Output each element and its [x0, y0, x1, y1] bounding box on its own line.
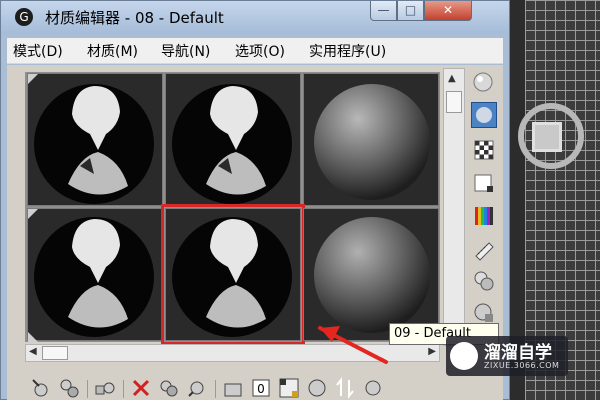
watermark-logo-icon — [450, 342, 478, 370]
get-material-button[interactable] — [29, 376, 53, 400]
menu-material[interactable]: 材质(M) — [87, 41, 138, 61]
app-icon[interactable]: G — [15, 8, 33, 26]
minimize-button[interactable]: — — [370, 1, 397, 21]
reset-map-button[interactable] — [129, 376, 153, 400]
reset-map-icon — [132, 379, 150, 397]
menu-options[interactable]: 选项(O) — [235, 41, 285, 61]
sample-uv-tiling-button[interactable] — [471, 170, 497, 196]
watermark-url: ZIXUE.3066.COM — [484, 361, 560, 370]
sample-slot-1[interactable] — [27, 73, 163, 206]
scroll-thumb[interactable] — [446, 91, 462, 113]
annotation-arrow-icon — [318, 326, 388, 364]
material-id-channel-icon: 0 — [252, 379, 270, 397]
put-to-scene-button[interactable] — [57, 376, 81, 400]
make-preview-button[interactable] — [471, 238, 497, 264]
sample-type-button[interactable] — [471, 70, 497, 96]
put-to-library-icon — [224, 383, 242, 397]
close-icon: ✕ — [442, 3, 454, 17]
sample-slot-3[interactable] — [303, 73, 439, 206]
go-to-parent-button[interactable] — [333, 376, 357, 400]
make-unique-button[interactable] — [185, 376, 209, 400]
hscroll-thumb[interactable] — [42, 346, 68, 360]
show-in-viewport-button[interactable] — [277, 376, 301, 400]
show-in-viewport-icon — [279, 378, 299, 398]
copy-material-button[interactable] — [157, 376, 181, 400]
put-to-scene-icon — [60, 379, 79, 398]
window-title: 材质编辑器 - 08 - Default — [45, 9, 224, 27]
svg-text:0: 0 — [257, 382, 265, 396]
scroll-left-icon[interactable]: ◀ — [29, 346, 37, 357]
sample-type-sphere-icon — [473, 72, 493, 92]
menu-navigation[interactable]: 导航(N) — [161, 41, 210, 61]
title-bar[interactable]: G 材质编辑器 - 08 - Default — □ ✕ — [1, 1, 509, 33]
menu-mode[interactable]: 模式(D) — [13, 41, 63, 61]
sample-slot-2[interactable] — [165, 73, 301, 206]
scroll-up-icon[interactable]: ▲ — [448, 73, 456, 84]
minimize-icon: — — [377, 3, 390, 17]
assign-to-selection-button[interactable] — [93, 376, 117, 400]
options-button[interactable] — [471, 268, 497, 294]
shoe-preview-icon — [172, 217, 292, 337]
checker-background-icon — [474, 140, 494, 160]
go-forward-sibling-button[interactable] — [361, 376, 385, 400]
get-material-icon — [32, 379, 48, 397]
backlight-icon — [476, 107, 492, 123]
go-to-parent-icon — [336, 377, 354, 399]
put-to-library-button[interactable] — [221, 376, 245, 400]
background-button[interactable] — [471, 137, 497, 163]
maximize-icon: □ — [404, 3, 417, 17]
copy-material-icon — [160, 380, 178, 397]
sphere-preview-icon — [314, 84, 430, 200]
sample-slot-5-selected[interactable] — [161, 204, 305, 345]
vertical-scrollbar[interactable]: ▲ — [443, 68, 465, 346]
go-forward-sibling-icon — [365, 380, 381, 396]
watermark-brand: 溜溜自学 — [484, 343, 552, 363]
shoe-preview-icon — [28, 74, 154, 204]
shoe-preview-icon — [28, 209, 154, 342]
show-end-result-icon — [308, 379, 326, 397]
maximize-button[interactable]: □ — [397, 1, 424, 21]
watermark: 溜溜自学 ZIXUE.3066.COM — [446, 336, 568, 376]
close-button[interactable]: ✕ — [424, 1, 472, 21]
shoe-preview-icon — [172, 84, 292, 204]
scroll-right-icon[interactable]: ▶ — [428, 346, 436, 357]
viewport-object — [532, 122, 562, 152]
make-preview-icon — [475, 242, 494, 261]
sample-uv-tiling-icon — [474, 174, 493, 192]
assign-to-selection-icon — [95, 382, 115, 395]
video-color-check-button[interactable] — [471, 203, 497, 229]
sample-slot-4[interactable] — [27, 208, 163, 342]
menu-utilities[interactable]: 实用程序(U) — [309, 41, 386, 61]
sample-slots-grid — [25, 72, 440, 345]
bottom-toolbar: 0 — [25, 376, 495, 400]
material-id-channel-button[interactable]: 0 — [249, 376, 273, 400]
menu-bar: 模式(D) 材质(M) 导航(N) 选项(O) 实用程序(U) — [7, 38, 503, 64]
show-end-result-button[interactable] — [305, 376, 329, 400]
backlight-button[interactable] — [471, 102, 497, 128]
make-unique-icon — [188, 381, 204, 397]
options-icon — [474, 271, 494, 291]
video-color-check-icon — [475, 207, 493, 225]
